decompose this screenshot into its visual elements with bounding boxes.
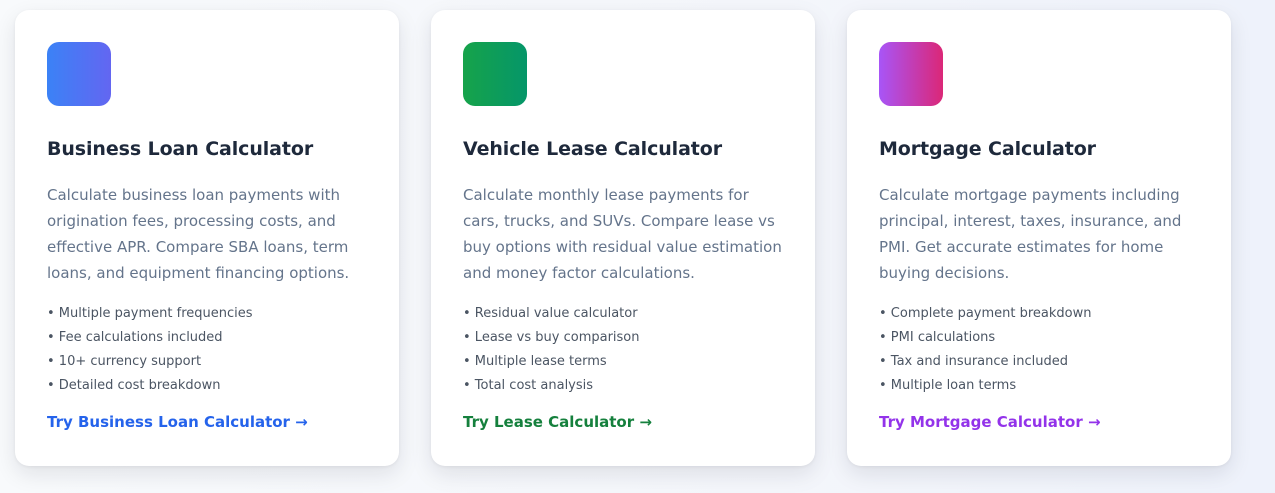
try-mortgage-link[interactable]: Try Mortgage Calculator → [879,410,1101,434]
feature-item: • Multiple loan terms [879,378,1017,393]
card-description: Calculate mortgage payments including pr… [879,186,1182,282]
feature-list: • Residual value calculator • Lease vs b… [463,302,783,398]
card-title: Vehicle Lease Calculator [463,138,722,160]
feature-list: • Complete payment breakdown • PMI calcu… [879,302,1199,398]
calculator-cards: Business Loan Calculator Calculate busin… [15,10,1231,466]
vehicle-lease-card[interactable]: Vehicle Lease Calculator Calculate month… [431,10,815,466]
card-description: Calculate business loan payments with or… [47,186,350,282]
feature-item: • Multiple payment frequencies [47,306,253,321]
card-title: Business Loan Calculator [47,138,314,160]
feature-item: • Multiple lease terms [463,354,607,369]
feature-item: • Lease vs buy comparison [463,330,640,345]
feature-item: • Detailed cost breakdown [47,378,221,393]
feature-item: • Total cost analysis [463,378,594,393]
business-loan-card[interactable]: Business Loan Calculator Calculate busin… [15,10,399,466]
feature-item: • Tax and insurance included [879,354,1069,369]
feature-item: • Fee calculations included [47,330,223,345]
feature-item: • 10+ currency support [47,354,202,369]
try-lease-link[interactable]: Try Lease Calculator → [463,410,652,434]
card-title: Mortgage Calculator [879,138,1096,160]
vehicle-lease-icon [463,42,527,106]
feature-item: • Residual value calculator [463,306,638,321]
try-business-loan-link[interactable]: Try Business Loan Calculator → [47,410,308,434]
feature-item: • PMI calculations [879,330,996,345]
mortgage-card[interactable]: Mortgage Calculator Calculate mortgage p… [847,10,1231,466]
mortgage-icon [879,42,943,106]
card-description: Calculate monthly lease payments for car… [463,186,782,282]
feature-item: • Complete payment breakdown [879,306,1092,321]
business-loan-icon [47,42,111,106]
feature-list: • Multiple payment frequencies • Fee cal… [47,302,367,398]
